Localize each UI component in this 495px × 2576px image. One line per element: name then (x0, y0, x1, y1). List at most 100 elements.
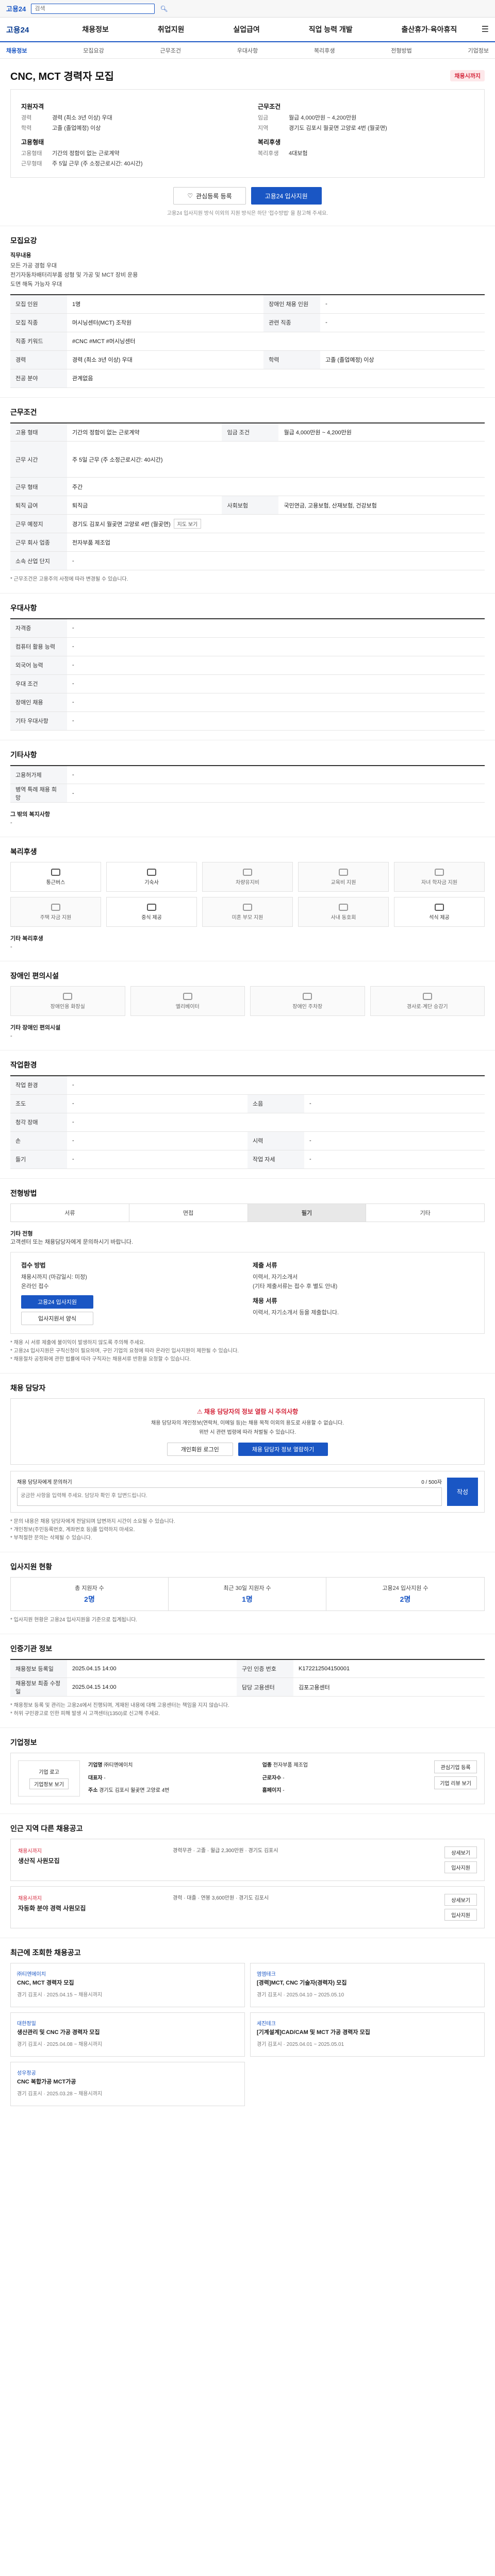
kv-key: 학력 (21, 125, 32, 131)
elevator-icon (183, 992, 192, 1000)
workenv-section: 작업환경 작업 환경 - 조도 - 소음 - 청각 장애 - 손 - 시력 - 들기 - 작업 자세… (0, 1050, 495, 1179)
recent-title[interactable]: CNC, MCT 경력자 모집 (17, 1979, 238, 1987)
deadline-text: 채용시까지 (마감일시: 미정) (21, 1274, 87, 1280)
table-row: 외국어 능력 - (10, 656, 485, 675)
view-manager-button[interactable]: 채용 담당자 정보 열람하기 (238, 1442, 328, 1456)
welfare-label: 석식 제공 (429, 914, 450, 921)
inquiry-textarea[interactable] (17, 1487, 442, 1506)
job-card-title[interactable]: 자동화 분야 경력 사원모집 (18, 1904, 173, 1912)
recent-title[interactable]: [기계설계]CAD/CAM 및 MCT 가공 경력자 모집 (257, 2029, 478, 2037)
table-row: 작업 환경 - (10, 1076, 485, 1095)
recent-title[interactable]: 생산관리 및 CNC 가공 경력자 모집 (17, 2029, 238, 2037)
tab-company[interactable]: 기업정보 (468, 46, 489, 55)
tab-job-info[interactable]: 채용정보 (6, 46, 27, 55)
recent-meta: 경기 김포시 · 2025.04.15 ~ 채용시까지 (17, 1992, 103, 1998)
recent-company: 엠엠테크 (257, 1972, 276, 1977)
company-detail-button[interactable]: 기업정보 보기 (29, 1778, 69, 1789)
company-actions: 관심기업 등록 기업 리뷰 보기 (434, 1760, 477, 1797)
recent-meta: 경기 김포시 · 2025.03.28 ~ 채용시까지 (17, 2091, 103, 2097)
field-value: - (104, 1775, 106, 1781)
recruit-table: 모집 인원 1명 장애인 채용 인원 - 모집 직종 머시닝센터(MCT) 조작원 관련 … (10, 294, 485, 388)
parking-icon (303, 992, 312, 1000)
table-value: 경력 (최소 3년 이상) 우대 (67, 350, 264, 369)
stats-section: 입사지원 현황 총 지원자 수 2명 최근 30일 지원자 수 1명 고용24 입사… (0, 1552, 495, 1634)
gnb-item-jobs[interactable]: 채용정보 (82, 24, 109, 35)
gnb-item-support[interactable]: 취업지원 (158, 24, 185, 35)
job-card[interactable]: 채용시까지 생산직 사원모집 경력무관 · 고졸 · 월급 2,300만원 · 경… (10, 1839, 485, 1881)
table-key: 장애인 채용 (10, 693, 67, 712)
tab-preferred[interactable]: 우대사항 (237, 46, 258, 55)
detail-button[interactable]: 상세보기 (444, 1894, 477, 1906)
desc-label: 직무내용 (10, 252, 31, 259)
gnb-item-leave[interactable]: 출산휴가·육아휴직 (402, 24, 457, 35)
recent-card[interactable]: ㈜티엔에이치 CNC, MCT 경력자 모집 경기 김포시 · 2025.04.15… (10, 1963, 245, 2007)
company-logo: 기업 로고 기업정보 보기 (18, 1760, 80, 1797)
table-key: 담당 고용센터 (237, 1677, 294, 1697)
section-title: 인근 지역 다른 채용공고 (10, 1824, 83, 1833)
company-fields: 기업명 ㈜티엔에이치 업종 전자부품 제조업 대표자 - 근로자수 - 주소 경… (88, 1760, 426, 1797)
recent-card[interactable]: 엠엠테크 [경력]MCT, CNC 기술자(경력자) 모집 경기 김포시 · 202… (250, 1963, 485, 2007)
recent-card[interactable]: 성우정공 CNC 복합가공 MCT가공 경기 김포시 · 2025.03.28 ~ … (10, 2062, 245, 2106)
warning-box: ⚠ 채용 담당자의 정보 열람 시 주의사항 채용 담당자의 개인정보(연락처,… (10, 1398, 485, 1465)
apply-button[interactable]: 입사지원 (444, 1861, 477, 1873)
login-button[interactable]: 개인회원 로그인 (167, 1442, 233, 1456)
form-download-button[interactable]: 입사지원서 양식 (21, 1311, 93, 1325)
apply-button[interactable]: 입사지원 (444, 1909, 477, 1921)
stat-label: 최근 30일 지원자 수 (223, 1585, 271, 1591)
stats-row: 총 지원자 수 2명 최근 30일 지원자 수 1명 고용24 입사지원 수 2명 (10, 1577, 485, 1611)
table-value-cell: 경기도 김포시 월곶면 고양로 4번 (월곶면) 지도 보기 (67, 514, 485, 533)
job-card-meta: 경력무관 · 고졸 · 월급 2,300만원 · 경기도 김포시 (173, 1848, 278, 1854)
apply-online-button[interactable]: 고용24 입사지원 (21, 1295, 93, 1309)
apply-button[interactable]: 고용24 입사지원 (251, 187, 322, 205)
table-key: 관련 직종 (263, 313, 321, 332)
table-key: 외국어 능력 (10, 656, 67, 675)
job-card[interactable]: 채용시까지 자동화 분야 경력 사원모집 경력 · 대졸 · 연봉 3,600만원… (10, 1886, 485, 1928)
table-value: 주 5일 근무 (주 소정근로시간: 40시간) (67, 441, 485, 478)
tab-conditions[interactable]: 근무조건 (160, 46, 181, 55)
docs-value: 이력서, 자기소개서 (253, 1274, 298, 1280)
menu-icon[interactable]: ☰ (482, 24, 489, 35)
gnb-item-benefit[interactable]: 실업급여 (233, 24, 260, 35)
stat-value: 2명 (84, 1595, 95, 1603)
search-input[interactable] (31, 3, 155, 14)
preferred-section: 우대사항 자격증 - 컴퓨터 활용 능력 - 외국어 능력 - 우대 조건 - 장애인 … (0, 594, 495, 740)
tab-selection[interactable]: 전형방법 (391, 46, 411, 55)
detail-button[interactable]: 상세보기 (444, 1846, 477, 1858)
stat-item: 고용24 입사지원 수 2명 (326, 1578, 484, 1611)
table-value: 기간의 정함이 없는 근로계약 (67, 422, 222, 442)
table-value: 국민연금, 고용보험, 산재보험, 건강보험 (278, 496, 485, 515)
stat-item: 최근 30일 지원자 수 1명 (169, 1577, 326, 1611)
follow-company-button[interactable]: 관심기업 등록 (434, 1760, 477, 1773)
table-key: 직종 키워드 (10, 332, 67, 351)
interest-button[interactable]: ♡ 관심등록 등록 (173, 187, 246, 205)
kv-value: 고졸 (졸업예정) 이상 (52, 125, 101, 131)
recent-card[interactable]: 세진테크 [기계설계]CAD/CAM 및 MCT 가공 경력자 모집 경기 김포시 … (250, 2012, 485, 2057)
welfare-label: 사내 동호회 (331, 914, 356, 921)
site-logo[interactable]: 고용24 (6, 4, 26, 13)
tab-recruit[interactable]: 모집요강 (83, 46, 104, 55)
job-card-title[interactable]: 생산직 사원모집 (18, 1856, 173, 1865)
tab-welfare[interactable]: 복리후생 (314, 46, 335, 55)
recent-title[interactable]: [경력]MCT, CNC 기술자(경력자) 모집 (257, 1979, 478, 1987)
main-nav: 고용24 채용정보 취업지원 실업급여 직업 능력 개발 출산휴가·육아휴직 ☰ (0, 18, 495, 42)
brand-logo[interactable]: 고용24 (6, 24, 58, 35)
table-key: 조도 (10, 1094, 67, 1113)
table-row: 직종 키워드 #CNC #MCT #머시닝센터 (10, 332, 485, 351)
map-button[interactable]: 지도 보기 (173, 519, 202, 529)
search-icon[interactable]: 🔍︎ (160, 5, 168, 12)
etc-section: 기타사항 고용허가제 - 병역 특례 채용 희망 - 그 밖의 복지사항 - (0, 740, 495, 837)
section-title: 작업환경 (10, 1061, 37, 1069)
recent-card[interactable]: 대한정밀 생산관리 및 CNC 가공 경력자 모집 경기 김포시 · 2025.04… (10, 2012, 245, 2057)
facility-label: 장애인 주차장 (292, 1004, 323, 1010)
gnb-item-training[interactable]: 직업 능력 개발 (309, 24, 353, 35)
table-key: 손 (10, 1131, 67, 1150)
recent-company: 세진테크 (257, 2021, 276, 2027)
company-review-button[interactable]: 기업 리뷰 보기 (434, 1776, 477, 1789)
table-row: 경력 경력 (최소 3년 이상) 우대 학력 고졸 (졸업예정) 이상 (10, 350, 485, 369)
send-inquiry-button[interactable]: 작성 (447, 1477, 478, 1506)
kv-value: 경기도 김포시 월곶면 고양로 4번 (월곶면) (289, 125, 387, 131)
recent-title[interactable]: CNC 복합가공 MCT가공 (17, 2078, 238, 2086)
table-value: 2025.04.15 14:00 (67, 1677, 237, 1697)
kv-key: 임금 (258, 115, 269, 121)
welfare-item: 미혼 부모 지원 (202, 897, 293, 927)
